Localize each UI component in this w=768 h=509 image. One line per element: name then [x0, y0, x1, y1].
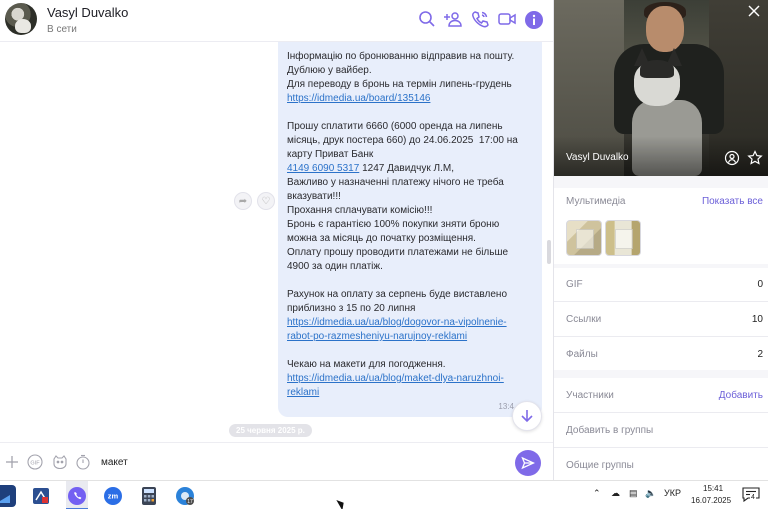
calculator-app-icon[interactable] [138, 485, 160, 507]
add-participant-link[interactable]: Добавить [719, 390, 763, 401]
close-icon[interactable] [747, 4, 761, 18]
contact-info-panel: Vasyl Duvalko Мультимедіа Показать все G… [553, 0, 768, 480]
message-line: вказувати!!! [287, 191, 341, 202]
language-indicator[interactable]: УКР [664, 488, 681, 498]
message-input[interactable] [101, 452, 501, 472]
chat-header: Vasyl Duvalko В сети [0, 0, 553, 42]
shared-items-section: GIF 0 Ссылки 10 Файлы 2 [554, 268, 768, 370]
call-icon[interactable] [470, 9, 490, 29]
gif-count: 0 [757, 279, 763, 290]
show-all-media-link[interactable]: Показать все [702, 196, 763, 207]
contact-status: В сети [47, 24, 77, 35]
search-icon[interactable] [417, 9, 437, 29]
windows-taskbar: zm 17 ⌃ ☁ ▤ 🔈 УКР 15:41 16.07.2025 4 [0, 480, 768, 509]
svg-text:17: 17 [187, 499, 193, 505]
arrow-down-icon [521, 410, 533, 423]
message-line [287, 274, 532, 288]
add-to-groups-item[interactable]: Добавить в группы [566, 425, 653, 436]
clock-time[interactable]: 15:41 [703, 484, 723, 493]
message-line [287, 106, 532, 120]
message-line: Прошу сплатити 6660 (6000 оренда на липе… [287, 121, 503, 132]
share-contact-icon[interactable] [724, 150, 740, 166]
message-time: 13:4 [498, 402, 514, 411]
chevron-up-icon[interactable]: ⌃ [593, 488, 601, 499]
message-line: Важливо у назначенні платежу нічого не т… [287, 177, 504, 188]
plus-icon[interactable] [4, 454, 20, 470]
message-bubble[interactable]: Інформацію по бронюванню відправив на по… [278, 42, 542, 417]
viber-app-icon[interactable] [66, 485, 88, 507]
star-icon[interactable] [747, 150, 763, 166]
message-line: можна за місяць до початку розміщення. [287, 233, 476, 244]
message-composer: GIF [0, 442, 553, 480]
send-button[interactable] [515, 450, 541, 476]
media-thumbnail[interactable] [605, 220, 641, 256]
photo-contact-name: Vasyl Duvalko [566, 152, 629, 163]
message-line: карту Приват Банк [287, 149, 374, 160]
info-icon[interactable] [524, 10, 543, 29]
timer-icon[interactable] [75, 454, 91, 470]
media-thumbnail[interactable] [566, 220, 602, 256]
message-link[interactable]: rabot-po-razmesheniyu-narujnoy-reklami [287, 330, 532, 344]
chat-scrollbar[interactable] [547, 240, 551, 264]
message-link[interactable]: https://idmedia.ua/board/135146 [287, 92, 532, 106]
pdf-app-icon[interactable] [30, 485, 52, 507]
add-participant-icon[interactable] [444, 9, 464, 29]
gif-icon[interactable]: GIF [27, 454, 43, 470]
message-link[interactable]: https://idmedia.ua/ua/blog/maket-dlya-na… [287, 372, 532, 386]
svg-text:zm: zm [108, 492, 119, 501]
message-line: Оплату прошу проводити платежами не біль… [287, 247, 509, 258]
message-line: місяць, друк постера 660) до 24.06.2025 … [287, 135, 518, 146]
chrome-app-icon[interactable]: 17 [174, 485, 196, 507]
gif-label[interactable]: GIF [566, 279, 583, 290]
message-line: 4900 за один платіж. [287, 261, 383, 272]
send-icon [521, 456, 535, 470]
zoom-app-icon[interactable]: zm [102, 485, 124, 507]
forward-icon[interactable]: ➦ [234, 192, 252, 210]
contact-avatar[interactable] [5, 3, 37, 35]
video-call-icon[interactable] [497, 9, 517, 29]
network-icon[interactable]: ▤ [629, 488, 638, 499]
sticker-icon[interactable] [52, 454, 68, 470]
groups-section: Участники Добавить Добавить в группы Общ… [554, 378, 768, 480]
common-groups-item[interactable]: Общие группы [566, 460, 634, 471]
message-line: Для переводу в бронь на термін липень-гр… [287, 79, 512, 90]
card-holder-text: 1247 Давидчук Л.М, [359, 163, 454, 174]
participants-label: Участники [566, 390, 614, 401]
message-link[interactable]: https://idmedia.ua/ua/blog/dogovor-na-vi… [287, 316, 532, 330]
message-line: Дублюю у вайбер. [287, 65, 372, 76]
message-line: Прохання сплачувати комісію!!! [287, 205, 433, 216]
message-line: Рахунок на оплату за серпень буде вистав… [287, 289, 507, 300]
clock-date[interactable]: 16.07.2025 [691, 496, 731, 505]
links-count: 10 [751, 314, 763, 325]
media-label: Мультимедіа [566, 196, 626, 207]
start-icon[interactable] [0, 485, 16, 507]
message-line: Бронь є гарантією 100% покупки зняти бро… [287, 219, 500, 230]
contact-photo[interactable]: Vasyl Duvalko [554, 0, 768, 176]
scroll-down-button[interactable] [512, 401, 542, 431]
message-line: Чекаю на макети для погодження. [287, 359, 446, 370]
links-label[interactable]: Ссылки [566, 314, 601, 325]
message-line: Інформацію по бронюванню відправив на по… [287, 51, 515, 62]
message-line [287, 344, 532, 358]
message-line: приблизно з 15 по 20 липня [287, 303, 416, 314]
files-count: 2 [757, 349, 763, 360]
like-icon[interactable]: ♡ [257, 192, 275, 210]
message-link[interactable]: reklami [287, 386, 532, 400]
contact-name[interactable]: Vasyl Duvalko [47, 5, 128, 20]
date-separator: 25 червня 2025 р. [229, 424, 312, 437]
files-label[interactable]: Файлы [566, 349, 598, 360]
notification-count: 4 [750, 494, 756, 501]
chat-messages[interactable]: ➦ ♡ Інформацію по бронюванню відправив н… [0, 42, 553, 442]
volume-icon[interactable]: 🔈 [645, 488, 656, 499]
message-line: 4149 6090 5317 1247 Давидчук Л.М, [287, 162, 532, 176]
card-number-link[interactable]: 4149 6090 5317 [287, 163, 359, 174]
svg-text:GIF: GIF [30, 461, 40, 467]
onedrive-icon[interactable]: ☁ [611, 488, 620, 499]
